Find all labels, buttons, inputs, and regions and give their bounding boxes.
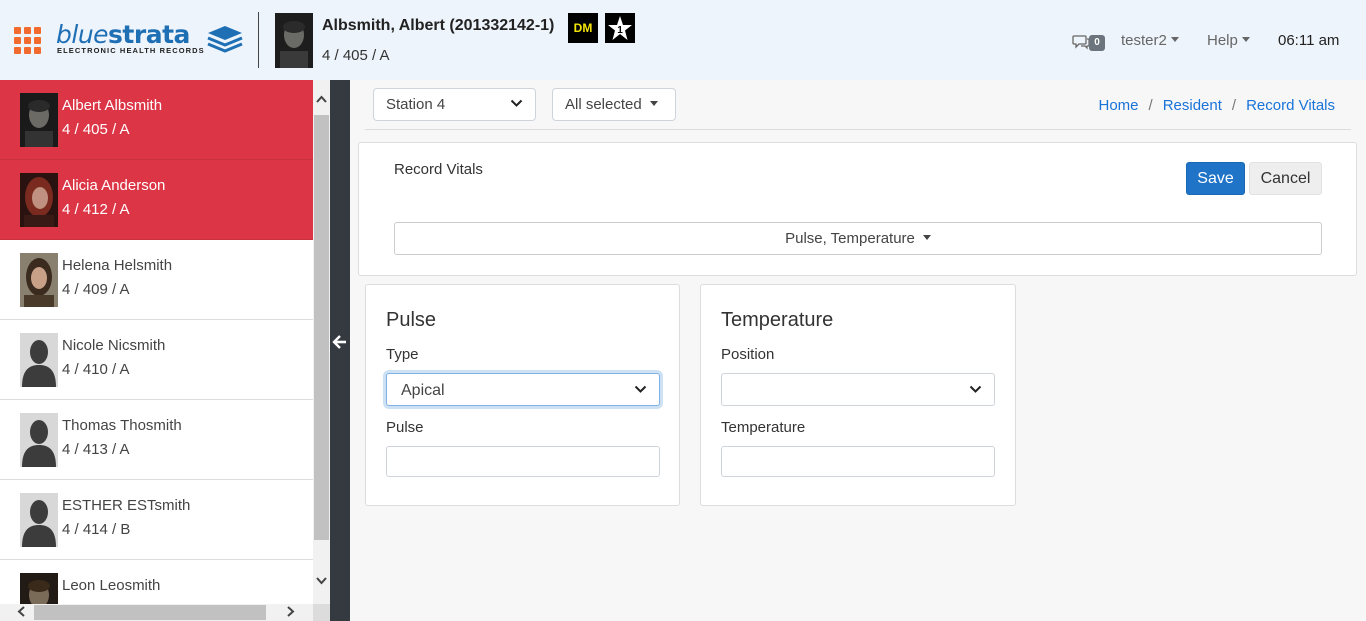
resident-avatar — [20, 173, 58, 227]
silhouette-avatar-icon — [20, 413, 58, 467]
resident-avatar — [20, 253, 58, 307]
star-badge-icon[interactable]: 1 — [605, 13, 635, 43]
scrollbar-thumb[interactable] — [34, 605, 266, 620]
resident-avatar — [20, 573, 58, 604]
apps-grid-icon[interactable] — [14, 27, 42, 54]
header-divider — [258, 12, 259, 68]
sidebar-vertical-scrollbar[interactable] — [313, 80, 330, 604]
pulse-input[interactable] — [386, 446, 660, 477]
breadcrumb-resident[interactable]: Resident — [1163, 97, 1222, 114]
temperature-position-label: Position — [721, 346, 775, 363]
resident-list-item[interactable]: Albert Albsmith 4 / 405 / A — [0, 80, 313, 160]
temperature-value-label: Temperature — [721, 419, 806, 436]
dm-badge[interactable]: DM — [568, 13, 598, 43]
resident-list-item[interactable]: Leon Leosmith — [0, 560, 313, 604]
main-content: Station 4 All selected Home / Resident / Rec… — [350, 80, 1366, 621]
resident-list-item[interactable]: Alicia Anderson 4 / 412 / A — [0, 160, 313, 240]
caret-down-icon — [1170, 36, 1179, 42]
silhouette-avatar-icon — [20, 333, 58, 387]
current-time: 06:11 am — [1278, 32, 1340, 49]
scroll-right-icon[interactable] — [287, 606, 295, 620]
resident-list-item[interactable]: ESTHER ESTsmith 4 / 414 / B — [0, 480, 313, 560]
breadcrumb-home[interactable]: Home — [1099, 97, 1139, 114]
record-vitals-card: Record Vitals Save Cancel Pulse, Tempera… — [358, 142, 1357, 276]
resident-avatar — [20, 93, 58, 147]
bluestrata-logo[interactable]: bluestrata ELECTRONIC HEALTH RECORDS — [56, 21, 246, 61]
breadcrumb: Home / Resident / Record Vitals — [1098, 97, 1336, 114]
logo-stack-icon — [207, 26, 243, 53]
scrollbar-thumb[interactable] — [314, 115, 329, 540]
resident-list: Albert Albsmith 4 / 405 / A Alicia Ander… — [0, 80, 313, 604]
pulse-type-label: Type — [386, 346, 419, 363]
save-button[interactable]: Save — [1186, 162, 1245, 195]
messages-count-badge[interactable]: 0 — [1089, 35, 1105, 51]
caret-down-icon — [649, 100, 658, 106]
pulse-value-label: Pulse — [386, 419, 424, 436]
temperature-card-title: Temperature — [721, 309, 834, 331]
temperature-card: Temperature Position Temperature — [700, 284, 1016, 506]
help-menu[interactable]: Help — [1207, 32, 1250, 49]
user-menu[interactable]: tester2 — [1121, 32, 1179, 49]
vitals-multiselect[interactable]: Pulse, Temperature — [394, 222, 1322, 255]
pulse-type-select[interactable]: Apical — [386, 373, 660, 406]
cancel-button[interactable]: Cancel — [1249, 162, 1322, 195]
breadcrumb-record-vitals[interactable]: Record Vitals — [1246, 97, 1335, 114]
chevron-down-icon — [634, 385, 647, 393]
station-dropdown[interactable]: Station 4 — [373, 88, 536, 121]
divider — [365, 129, 1351, 130]
collapse-sidebar-button[interactable] — [330, 80, 350, 621]
silhouette-avatar-icon — [20, 493, 58, 547]
temperature-input[interactable] — [721, 446, 995, 477]
chevron-down-icon — [969, 385, 982, 393]
scroll-left-icon[interactable] — [17, 606, 25, 620]
temperature-position-select[interactable] — [721, 373, 995, 406]
top-header: bluestrata ELECTRONIC HEALTH RECORDS Alb… — [0, 0, 1366, 80]
scroll-down-icon[interactable] — [316, 577, 327, 588]
patient-avatar — [275, 13, 313, 68]
chevron-down-icon — [510, 99, 523, 107]
resident-list-item[interactable]: Thomas Thosmith 4 / 413 / A — [0, 400, 313, 480]
scrollbar-corner — [313, 604, 330, 621]
resident-list-item[interactable]: Nicole Nicsmith 4 / 410 / A — [0, 320, 313, 400]
pulse-card: Pulse Type Apical Pulse — [365, 284, 680, 506]
pulse-card-title: Pulse — [386, 309, 437, 331]
scroll-up-icon[interactable] — [316, 95, 327, 106]
messages-icon[interactable] — [1072, 34, 1090, 50]
arrow-left-icon — [332, 335, 346, 349]
patient-location: 4 / 405 / A — [322, 47, 390, 64]
caret-down-icon — [1241, 36, 1250, 42]
svg-text:1: 1 — [617, 25, 623, 36]
caret-down-icon — [922, 234, 931, 240]
resident-list-item[interactable]: Helena Helsmith 4 / 409 / A — [0, 240, 313, 320]
patient-name: Albsmith, Albert (201332142-1) — [322, 17, 555, 34]
page-title: Record Vitals — [394, 161, 483, 178]
selection-filter-dropdown[interactable]: All selected — [552, 88, 676, 121]
sidebar-horizontal-scrollbar[interactable] — [0, 604, 313, 621]
